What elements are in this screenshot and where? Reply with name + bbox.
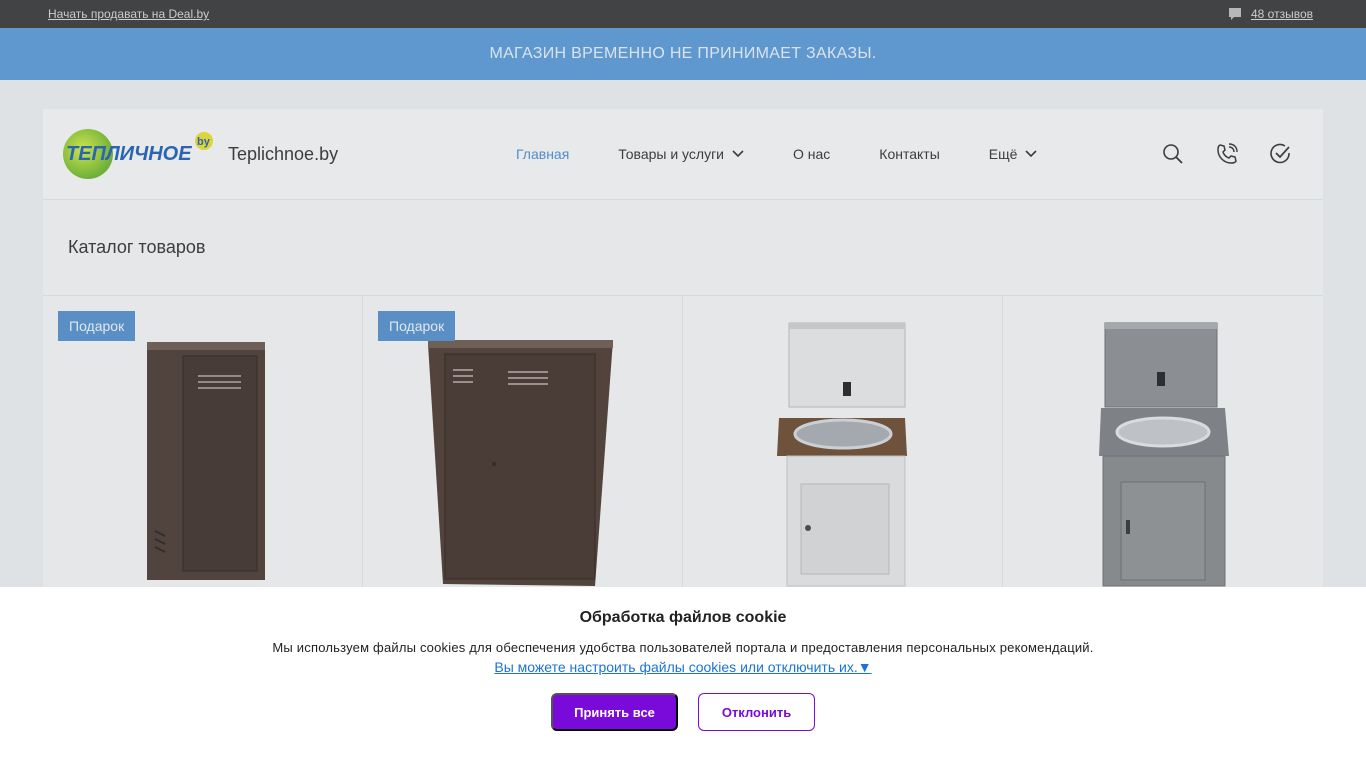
reviews-link[interactable]: 48 отзывов (1251, 7, 1313, 21)
nav-more[interactable]: Ещё (989, 146, 1038, 162)
product-image (428, 340, 613, 586)
nav-home[interactable]: Главная (516, 146, 569, 162)
product-image (1099, 322, 1229, 587)
site-header: ТЕПЛИЧНОЕ by Teplichnoe.by Главная Товар… (43, 109, 1323, 200)
phone-icon[interactable] (1215, 142, 1239, 166)
start-selling-link[interactable]: Начать продавать на Deal.by (48, 7, 209, 21)
site-logo[interactable]: ТЕПЛИЧНОЕ by (63, 128, 213, 180)
cookie-title: Обработка файлов cookie (579, 609, 787, 626)
logo-text: ТЕПЛИЧНОЕ (66, 143, 192, 165)
check-circle-icon[interactable] (1269, 142, 1293, 166)
nav-about[interactable]: О нас (793, 146, 830, 162)
product-card[interactable] (1003, 296, 1323, 596)
chevron-down-icon (1025, 150, 1038, 158)
product-card[interactable] (683, 296, 1003, 596)
product-grid: Подарок Подарок (43, 296, 1323, 596)
catalog-title: Каталог товаров (43, 200, 1323, 296)
product-card[interactable]: Подарок (363, 296, 683, 596)
site-name[interactable]: Teplichnoe.by (228, 144, 468, 165)
product-image (147, 342, 265, 580)
product-image (777, 322, 907, 587)
cookie-settings-link[interactable]: Вы можете настроить файлы cookies или от… (0, 659, 1366, 675)
store-notice-banner: МАГАЗИН ВРЕМЕННО НЕ ПРИНИМАЕТ ЗАКАЗЫ. (0, 28, 1366, 80)
reviews[interactable]: 48 отзывов (1228, 7, 1313, 21)
cookie-description: Мы используем файлы cookies для обеспече… (272, 640, 1094, 655)
accept-all-button[interactable]: Принять все (551, 693, 678, 731)
logo-suffix: by (197, 136, 211, 148)
chevron-down-icon (732, 150, 744, 158)
main-nav: Главная Товары и услуги О нас Контакты Е… (516, 146, 1086, 162)
nav-products[interactable]: Товары и услуги (618, 146, 744, 162)
nav-contacts[interactable]: Контакты (879, 146, 939, 162)
search-icon[interactable] (1161, 142, 1185, 166)
comment-icon (1228, 8, 1241, 20)
reject-button[interactable]: Отклонить (698, 693, 815, 731)
gift-badge: Подарок (378, 311, 456, 341)
top-bar: Начать продавать на Deal.by 48 отзывов (0, 0, 1366, 28)
cookie-consent-panel: Обработка файлов cookie Мы используем фа… (0, 587, 1366, 768)
cookie-buttons: Принять все Отклонить (0, 693, 1366, 731)
gift-badge: Подарок (58, 311, 136, 341)
page-content: ТЕПЛИЧНОЕ by Teplichnoe.by Главная Товар… (43, 109, 1323, 596)
product-card[interactable]: Подарок (43, 296, 363, 596)
header-actions (1161, 142, 1293, 166)
